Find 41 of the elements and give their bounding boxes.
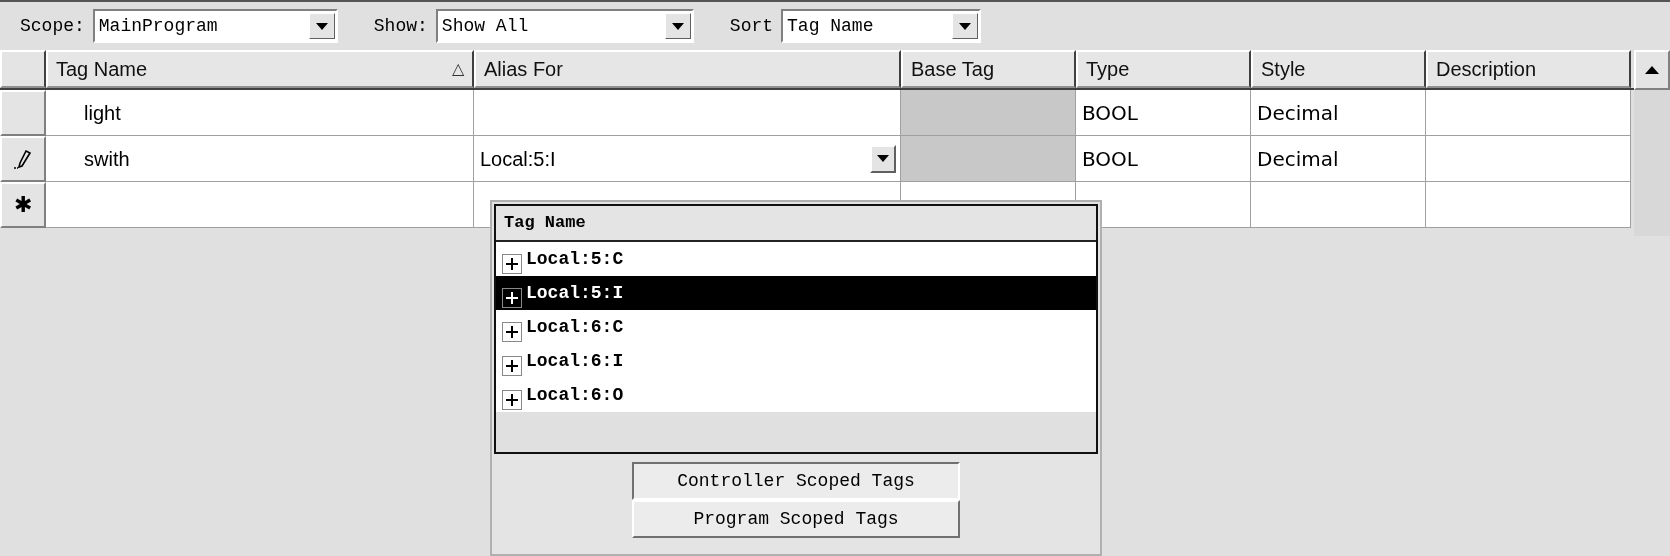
expand-icon[interactable] — [502, 356, 522, 376]
scrollbar[interactable] — [1634, 50, 1670, 236]
column-header[interactable]: Type — [1076, 50, 1251, 88]
table-cell: BOOL — [1076, 136, 1251, 182]
field-label: Show: — [373, 14, 428, 38]
caret-icon — [671, 22, 684, 30]
expand-icon[interactable] — [502, 288, 522, 308]
dropdown-field[interactable]: Tag Name — [781, 9, 982, 43]
header-corner[interactable] — [0, 50, 46, 88]
caret-icon — [877, 155, 889, 162]
expand-icon[interactable] — [502, 254, 522, 274]
caret-icon — [959, 22, 972, 30]
scope-button[interactable]: Controller Scoped Tags — [632, 462, 960, 500]
column-header[interactable]: Tag Name △ — [46, 50, 474, 88]
column-header[interactable]: Style — [1251, 50, 1426, 88]
column-header[interactable]: Base Tag — [901, 50, 1076, 88]
pencil-icon — [12, 148, 34, 170]
dropdown-field[interactable]: MainProgram — [92, 9, 338, 43]
table-cell: Decimal — [1251, 90, 1426, 136]
column-header[interactable]: Alias For — [474, 50, 901, 88]
dropdown-button[interactable] — [870, 144, 896, 173]
sort-indicator-icon: △ — [452, 57, 464, 81]
field-label: Scope: — [20, 14, 85, 38]
field-label: Sort — [729, 14, 774, 38]
table-cell: light — [46, 90, 474, 136]
scope-button[interactable]: Program Scoped Tags — [632, 500, 960, 538]
row-header[interactable]: ✱ — [0, 182, 46, 228]
row-header[interactable] — [0, 136, 46, 182]
list-header[interactable]: Tag Name — [496, 206, 1096, 242]
table-cell: Local:5:I — [474, 136, 901, 182]
table-cell: Decimal — [1251, 136, 1426, 182]
expand-icon[interactable] — [502, 390, 522, 410]
expand-icon[interactable] — [502, 322, 522, 342]
dropdown-field[interactable]: Show All — [435, 9, 694, 43]
column-header[interactable]: Description — [1426, 50, 1631, 88]
scroll-up-icon[interactable] — [1645, 66, 1659, 74]
table-cell: swith — [46, 136, 474, 182]
caret-icon — [315, 22, 328, 30]
table-cell: BOOL — [1076, 90, 1251, 136]
tree-item[interactable]: Local:5:I — [496, 276, 1096, 310]
asterisk-icon: ✱ — [14, 194, 32, 216]
